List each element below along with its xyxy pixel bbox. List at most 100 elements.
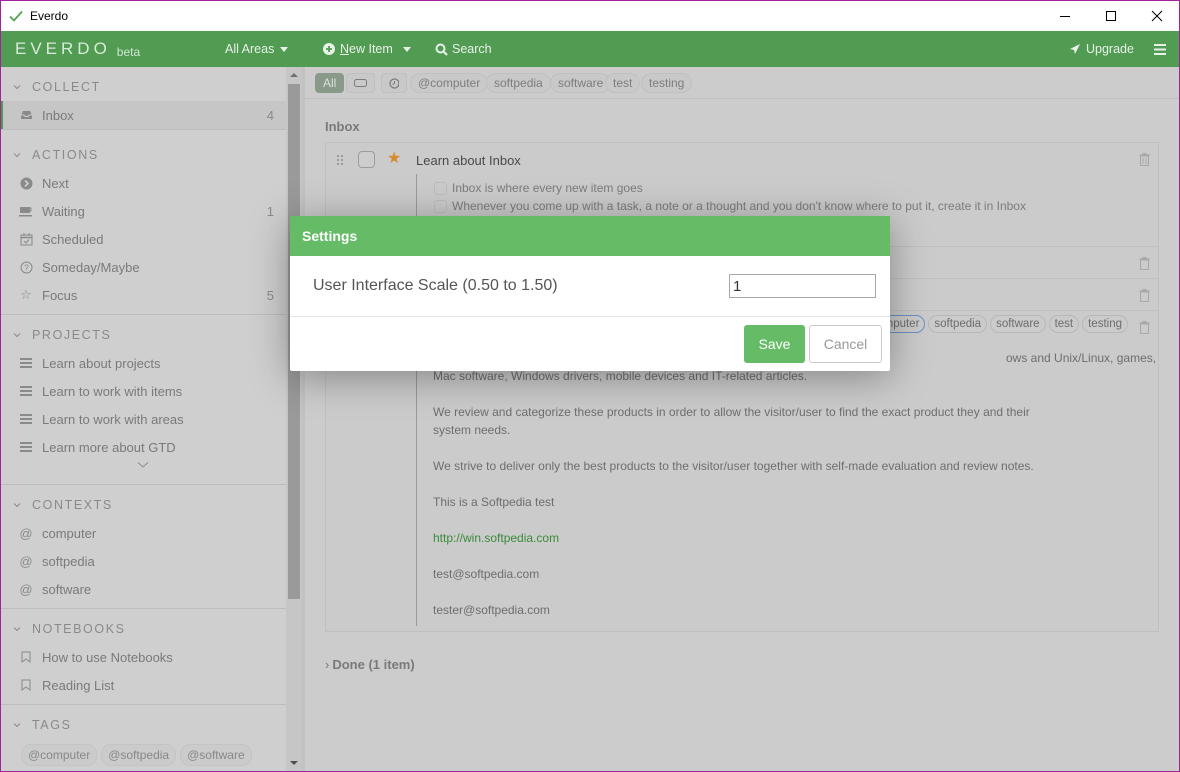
sidebar-item-scheduled[interactable]: Scheduled <box>0 225 286 253</box>
tag-pill[interactable]: @softpedia <box>101 744 177 766</box>
tag-pill[interactable]: @software <box>180 744 252 766</box>
section-header-notebooks[interactable]: NOTEBOOKS <box>0 615 286 643</box>
search-button[interactable]: Search <box>435 31 492 67</box>
sidebar-item-label: Inbox <box>42 107 74 123</box>
bookmark-icon <box>19 678 33 692</box>
item-tag[interactable]: software <box>990 315 1046 333</box>
maximize-button[interactable] <box>1088 0 1134 31</box>
trash-icon[interactable] <box>1139 153 1150 166</box>
sidebar-item-project[interactable]: Learn to work with areas <box>0 405 286 433</box>
show-more-projects[interactable] <box>0 461 286 479</box>
sidebar-item-next[interactable]: Next <box>0 169 286 197</box>
drag-handle-icon[interactable] <box>336 154 344 166</box>
subtask-checkbox[interactable] <box>434 199 447 213</box>
star-icon: ☆ <box>20 287 32 302</box>
sidebar-item-focus[interactable]: ☆ Focus 5 <box>0 281 286 309</box>
filter-all[interactable]: All <box>315 73 345 93</box>
chevron-down-icon <box>13 723 21 728</box>
star-icon[interactable]: ★ <box>387 151 401 167</box>
sidebar-item-project[interactable]: Learn about projects <box>0 349 286 377</box>
rectangle-icon <box>354 79 367 87</box>
subtask[interactable]: Inbox is where every new item goes <box>434 181 643 195</box>
save-button[interactable]: Save <box>744 325 805 363</box>
scroll-down-arrow[interactable] <box>290 761 298 765</box>
sidebar-item-label: Learn to work with items <box>42 383 183 399</box>
subtask[interactable]: Whenever you come up with a task, a note… <box>434 199 1026 213</box>
close-icon <box>1151 10 1163 21</box>
dialog-divider <box>290 316 890 317</box>
trash-icon[interactable] <box>1139 257 1150 270</box>
upgrade-button[interactable]: Upgrade <box>1068 31 1134 67</box>
at-icon: @ <box>19 525 33 541</box>
item-title[interactable]: Learn about Inbox <box>416 153 521 168</box>
minimize-icon <box>1060 15 1070 17</box>
item-tag[interactable]: softpedia <box>928 315 988 333</box>
list-icon <box>19 412 33 426</box>
filter-tag[interactable]: test <box>605 73 641 93</box>
trash-icon[interactable] <box>1139 289 1150 302</box>
section-header-contexts[interactable]: CONTEXTS <box>0 491 286 519</box>
new-item-button[interactable]: New Item <box>323 31 411 67</box>
chevron-down-icon <box>13 627 21 632</box>
dialog-title: Settings <box>290 216 890 256</box>
sidebar-item-inbox[interactable]: Inbox 4 <box>0 101 286 129</box>
sidebar-item-label: software <box>42 581 92 597</box>
filter-tag[interactable]: softpedia <box>486 73 551 93</box>
filter-time[interactable] <box>381 73 407 93</box>
done-section-toggle[interactable]: › Done (1 item) <box>325 657 415 672</box>
sidebar-scrollbar[interactable] <box>286 67 302 772</box>
note-line: ows and Unix/Linux, games, <box>1006 351 1157 365</box>
section-header-projects[interactable]: PROJECTS <box>0 321 286 349</box>
scroll-up-arrow[interactable] <box>290 73 298 77</box>
ui-scale-input[interactable] <box>729 274 876 298</box>
sidebar-item-label: Learn to work with areas <box>42 411 184 427</box>
item-tag[interactable]: test <box>1048 315 1080 333</box>
cancel-button[interactable]: Cancel <box>809 325 882 363</box>
trash-icon[interactable] <box>1139 321 1150 334</box>
note-guide-line <box>416 341 417 626</box>
section-title: NOTEBOOKS <box>32 622 126 636</box>
minimize-button[interactable] <box>1042 0 1088 31</box>
sidebar-item-someday-maybe[interactable]: ? Someday/Maybe <box>0 253 286 281</box>
sidebar-item-label: Scheduled <box>42 231 104 247</box>
sidebar-item-context[interactable]: @ software <box>0 575 286 603</box>
question-icon: ? <box>19 260 33 274</box>
subtask-text: Inbox is where every new item goes <box>452 181 643 195</box>
clock-icon <box>389 77 399 89</box>
sidebar-item-notebook[interactable]: How to use Notebooks <box>0 643 286 671</box>
subtask-checkbox[interactable] <box>434 181 447 195</box>
sidebar-item-waiting[interactable]: Waiting 1 <box>0 197 286 225</box>
sidebar-section-tags: TAGS @computer @softpedia @software <box>0 711 286 766</box>
item-checkbox[interactable] <box>358 151 375 168</box>
chevron-down-icon <box>13 333 21 338</box>
section-header-collect[interactable]: COLLECT <box>0 73 286 101</box>
note-link[interactable]: http://win.softpedia.com <box>433 529 559 547</box>
close-button[interactable] <box>1134 0 1180 31</box>
section-header-tags[interactable]: TAGS <box>0 711 286 739</box>
filter-tag[interactable]: @computer <box>410 73 489 93</box>
ui-scale-label: User Interface Scale (0.50 to 1.50) <box>313 277 558 294</box>
main-menu-button[interactable] <box>1154 31 1166 67</box>
item-tag[interactable]: testing <box>1082 315 1128 333</box>
sidebar-item-project[interactable]: Learn to work with items <box>0 377 286 405</box>
title-bar: Everdo <box>0 0 1180 31</box>
at-icon: @ <box>19 553 33 569</box>
all-areas-dropdown[interactable]: All Areas <box>225 31 289 67</box>
sidebar-item-context[interactable]: @ computer <box>0 519 286 547</box>
section-title: CONTEXTS <box>32 498 113 512</box>
sidebar-item-project[interactable]: Learn more about GTD <box>0 433 286 461</box>
filter-tag[interactable]: testing <box>641 73 693 93</box>
sidebar-section-projects: PROJECTS Learn about projects Learn to w… <box>0 321 286 479</box>
new-item-mnemonic: N <box>340 42 350 56</box>
sidebar-item-context[interactable]: @ softpedia <box>0 547 286 575</box>
tag-pill[interactable]: @computer <box>21 744 98 766</box>
section-header-actions[interactable]: ACTIONS <box>0 141 286 169</box>
caret-down-icon[interactable] <box>402 46 411 52</box>
sidebar-item-notebook[interactable]: Reading List <box>0 671 286 699</box>
item-count: 4 <box>266 107 274 123</box>
filter-tag[interactable]: software <box>550 73 612 93</box>
item-count: 1 <box>266 203 274 219</box>
note-line: system needs. <box>433 423 511 437</box>
filter-no-context[interactable] <box>346 73 375 93</box>
done-label: Done (1 item) <box>332 657 415 672</box>
